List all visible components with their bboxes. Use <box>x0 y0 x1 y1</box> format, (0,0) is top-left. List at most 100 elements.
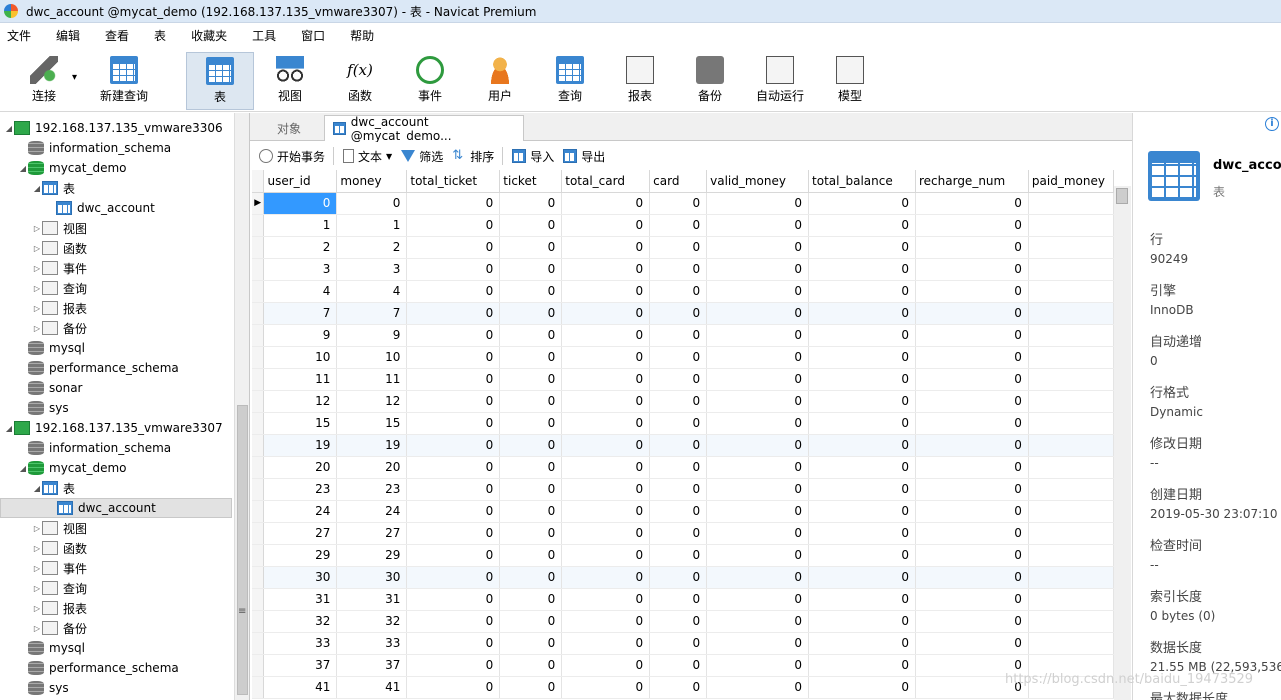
table-cell[interactable]: 0 <box>561 588 651 611</box>
row-header[interactable] <box>252 610 265 633</box>
expand-arrow-icon[interactable]: ▷ <box>32 324 42 333</box>
table-cell[interactable]: 0 <box>915 302 1029 325</box>
table-cell[interactable]: 0 <box>706 500 810 523</box>
table-row[interactable]: 20 20 0 0 0 0 0 0 0 <box>252 456 1114 479</box>
table-cell[interactable]: 0 <box>561 566 651 589</box>
table-cell[interactable]: 0 <box>915 434 1029 457</box>
table-cell[interactable]: 0 <box>561 324 651 347</box>
table-cell[interactable]: 0 <box>406 434 501 457</box>
table-cell[interactable]: 0 <box>808 632 916 655</box>
table-row[interactable]: 770000000 <box>252 302 1114 325</box>
table-cell[interactable]: 11 <box>336 368 408 391</box>
table-cell[interactable]: 0 <box>706 324 810 347</box>
table-cell[interactable]: 0 <box>499 456 563 479</box>
table-cell[interactable]: 0 <box>499 390 563 413</box>
table-cell[interactable]: 0 <box>336 192 408 215</box>
tree-item[interactable]: sys <box>0 678 232 698</box>
table-cell[interactable] <box>1028 324 1114 347</box>
row-header[interactable] <box>252 544 265 567</box>
table-cell[interactable]: 0 <box>649 588 708 611</box>
row-header[interactable] <box>252 478 265 501</box>
table-cell[interactable]: 0 <box>649 654 708 677</box>
table-cell[interactable]: 0 <box>561 632 651 655</box>
table-cell[interactable]: 0 <box>406 346 501 369</box>
tree-item[interactable]: ▷ 视图 <box>0 218 232 238</box>
table-cell[interactable]: 0 <box>649 390 708 413</box>
row-header[interactable] <box>252 522 265 545</box>
table-cell[interactable]: 0 <box>649 500 708 523</box>
table-cell[interactable]: 4 <box>336 280 408 303</box>
row-header[interactable] <box>252 258 265 281</box>
sidebar-scroll-thumb[interactable] <box>237 405 248 695</box>
row-header[interactable] <box>252 280 265 303</box>
table-cell[interactable]: 0 <box>706 236 810 259</box>
table-cell[interactable]: 0 <box>561 368 651 391</box>
toolbar-button-1[interactable]: 新建查询 <box>86 52 162 110</box>
table-cell[interactable]: 0 <box>915 214 1029 237</box>
table-cell[interactable]: 1 <box>336 214 408 237</box>
table-row[interactable]: 12 12 0 0 0 0 0 0 0 <box>252 390 1114 413</box>
column-header[interactable]: ticket <box>499 170 563 193</box>
table-cell[interactable]: 0 <box>915 390 1029 413</box>
table-cell[interactable]: 0 <box>561 456 651 479</box>
table-cell[interactable]: 12 <box>263 390 338 413</box>
table-cell[interactable]: 0 <box>561 258 651 281</box>
menu-7[interactable]: 帮助 <box>343 27 374 44</box>
table-cell[interactable]: 0 <box>706 632 810 655</box>
table-cell[interactable]: 0 <box>499 632 563 655</box>
table-cell[interactable]: 0 <box>499 522 563 545</box>
tree-item[interactable]: ▷ 视图 <box>0 518 232 538</box>
tree-item[interactable]: sys <box>0 398 232 418</box>
table-cell[interactable]: 0 <box>915 610 1029 633</box>
row-header[interactable] <box>252 500 265 523</box>
table-cell[interactable]: 24 <box>336 500 408 523</box>
table-cell[interactable]: 9 <box>263 324 338 347</box>
table-row[interactable]: 11 11 0 0 0 0 0 0 0 <box>252 368 1114 391</box>
toolbar-button-2[interactable]: 表 <box>186 52 254 110</box>
table-cell[interactable]: 0 <box>915 236 1029 259</box>
table-cell[interactable]: 0 <box>499 434 563 457</box>
tree-item[interactable]: dwc_account <box>0 198 232 218</box>
begin-transaction-button[interactable]: 开始事务 <box>259 148 325 165</box>
column-header[interactable]: total_card <box>561 170 651 193</box>
tree-item[interactable]: ▷ 备份 <box>0 618 232 638</box>
table-cell[interactable]: 0 <box>808 544 916 567</box>
expand-arrow-icon[interactable]: ◢ <box>18 164 28 173</box>
table-cell[interactable]: 0 <box>406 522 501 545</box>
table-cell[interactable]: 30 <box>336 566 408 589</box>
table-cell[interactable]: 0 <box>499 368 563 391</box>
table-cell[interactable]: 37 <box>263 654 338 677</box>
table-cell[interactable]: 0 <box>915 456 1029 479</box>
table-cell[interactable]: 0 <box>808 258 916 281</box>
table-cell[interactable] <box>1028 390 1114 413</box>
table-cell[interactable]: 0 <box>406 456 501 479</box>
tab-dwc-account[interactable]: dwc_account @mycat_demo... <box>324 115 524 143</box>
table-cell[interactable]: 31 <box>336 588 408 611</box>
table-cell[interactable]: 0 <box>406 324 501 347</box>
table-cell[interactable]: 0 <box>406 566 501 589</box>
table-cell[interactable]: 0 <box>706 456 810 479</box>
toolbar-button-7[interactable]: 查询 <box>536 52 604 110</box>
tree-item[interactable]: ▷ 事件 <box>0 558 232 578</box>
menu-3[interactable]: 表 <box>147 27 166 44</box>
toolbar-button-3[interactable]: 视图 <box>256 52 324 110</box>
chevron-down-icon[interactable]: ▾ <box>72 72 77 83</box>
table-cell[interactable] <box>1028 434 1114 457</box>
tree-item[interactable]: ▷ 查询 <box>0 278 232 298</box>
table-cell[interactable]: 0 <box>915 478 1029 501</box>
table-row[interactable]: 440000000 <box>252 280 1114 303</box>
row-header[interactable] <box>252 566 265 589</box>
table-cell[interactable]: 0 <box>808 456 916 479</box>
table-cell[interactable]: 0 <box>406 654 501 677</box>
table-cell[interactable]: 0 <box>561 676 651 699</box>
menu-6[interactable]: 窗口 <box>294 27 325 44</box>
table-cell[interactable]: 15 <box>336 412 408 435</box>
toolbar-button-5[interactable]: 事件 <box>396 52 464 110</box>
table-cell[interactable]: 0 <box>706 478 810 501</box>
row-header[interactable] <box>252 390 265 413</box>
table-cell[interactable] <box>1028 368 1114 391</box>
table-cell[interactable]: 0 <box>915 258 1029 281</box>
toolbar-button-0[interactable]: 连接 ▾ <box>6 52 82 110</box>
row-header[interactable] <box>252 368 265 391</box>
table-cell[interactable]: 0 <box>706 346 810 369</box>
